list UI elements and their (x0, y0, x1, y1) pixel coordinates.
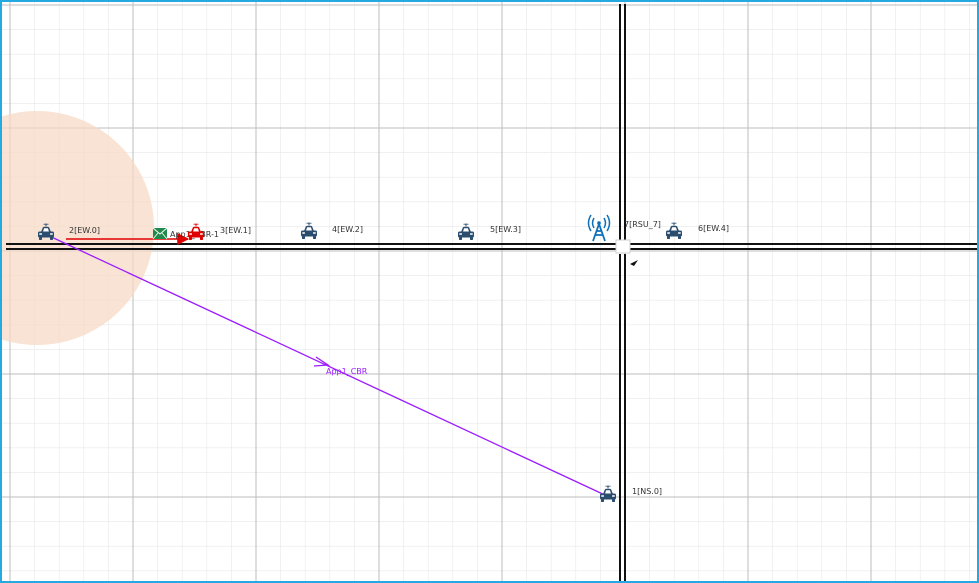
car-icon (599, 485, 617, 503)
envelope-icon (152, 227, 168, 240)
intersection[interactable] (615, 239, 631, 254)
car-icon (300, 222, 318, 240)
road-network (6, 4, 977, 581)
car-icon (457, 223, 475, 241)
node-label: 4[EW.2] (332, 225, 363, 234)
traffic-direction-marker (630, 260, 638, 266)
node-label: 3[EW.1] (220, 226, 251, 235)
node[interactable]: 4[EW.2] (300, 222, 363, 240)
node[interactable]: 6[EW.4] (665, 222, 729, 240)
network-animation-canvas[interactable]: App1_CBR App1_CBR-1 2[EW.0] 3[EW.1] 4[EW… (2, 2, 979, 583)
antenna-tower-icon (587, 214, 611, 242)
node-label: 5[EW.3] (490, 225, 521, 234)
grid-lines (2, 2, 977, 581)
simulation-canvas-frame: App1_CBR App1_CBR-1 2[EW.0] 3[EW.1] 4[EW… (0, 0, 979, 583)
node[interactable]: 5[EW.3] (457, 223, 521, 241)
node-label: 6[EW.4] (698, 224, 729, 233)
road-north-south (619, 4, 626, 581)
link-label: App1_CBR (326, 367, 368, 376)
node-label: 2[EW.0] (69, 226, 100, 235)
node[interactable]: 1[NS.0] (599, 485, 662, 503)
node-label: 1[NS.0] (632, 487, 662, 496)
node-label: 7[RSU_7] (624, 220, 661, 229)
link-direction-arrow (313, 356, 330, 367)
application-link[interactable]: App1_CBR (44, 233, 608, 497)
